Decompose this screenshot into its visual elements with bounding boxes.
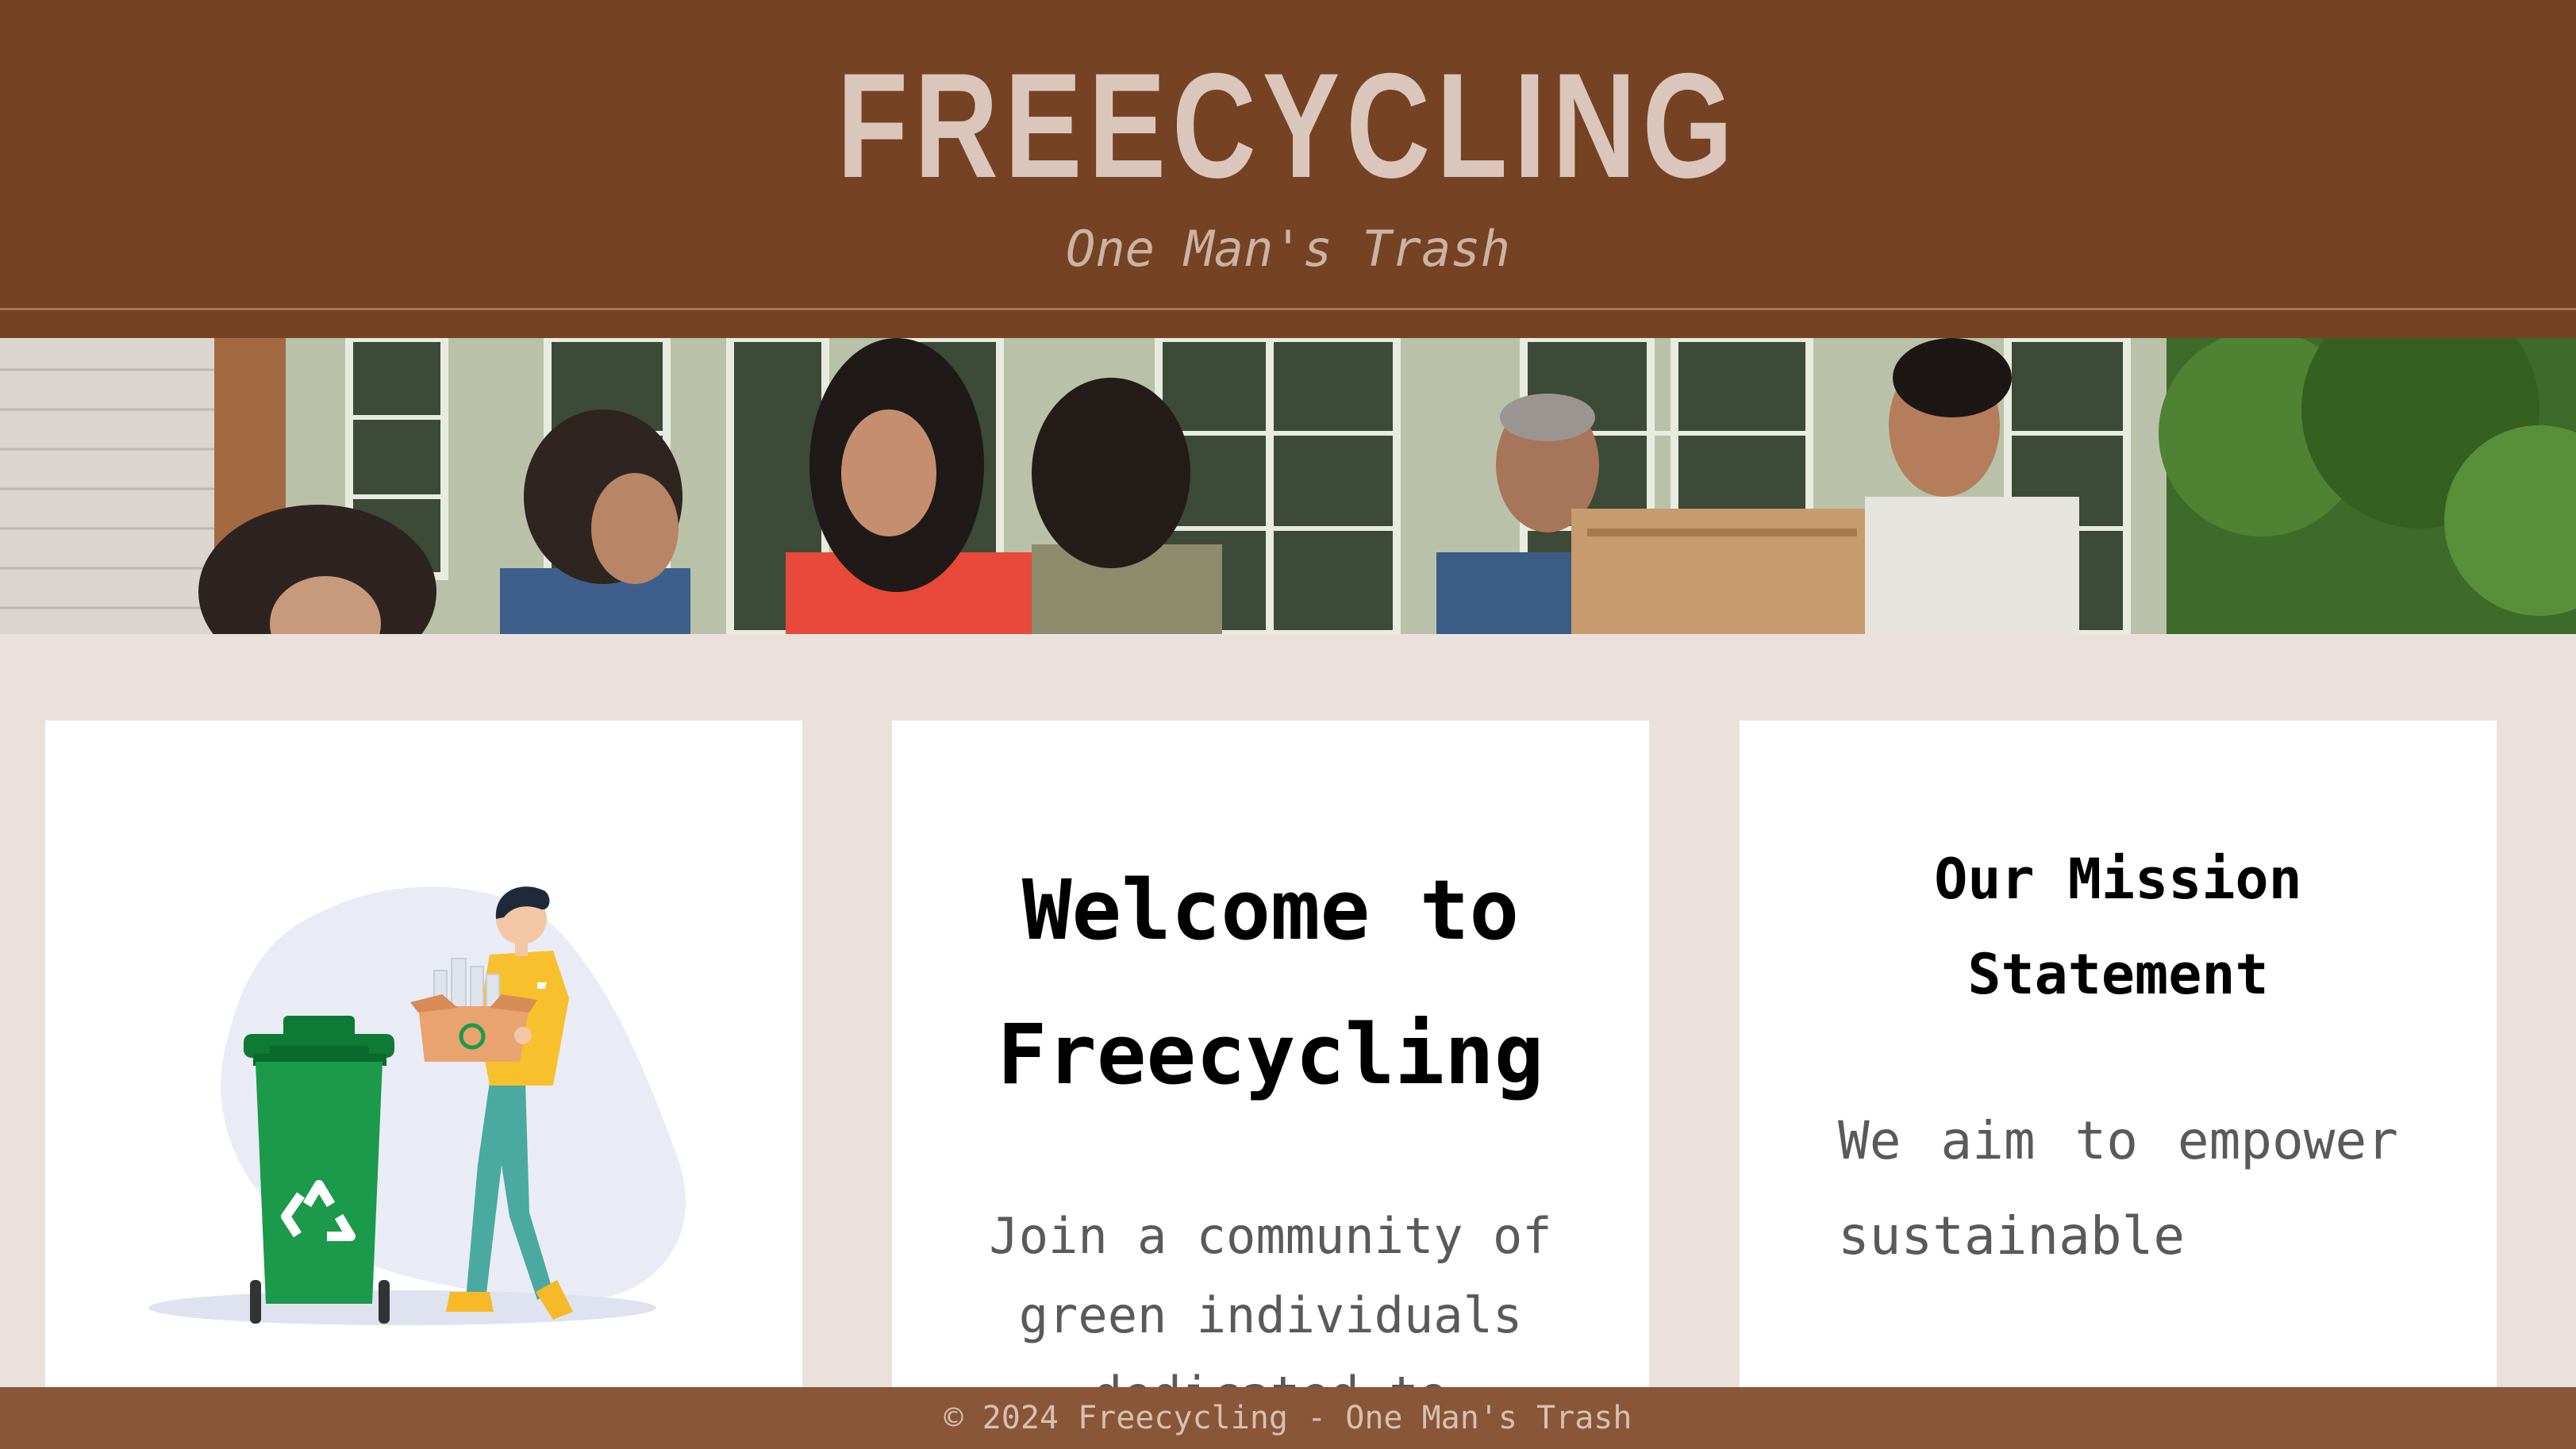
welcome-card: Welcome to Freecycling Join a community … [892,721,1649,1387]
banner-photo [0,338,2576,634]
welcome-heading: Welcome to Freecycling [997,862,1544,1103]
recycle-bin-icon [244,1016,394,1324]
footer-copyright: © 2024 Freecycling - One Man's Trash [944,1400,1632,1436]
header-divider [0,308,2576,310]
mission-heading: Our Mission Statement [1934,847,2302,1007]
mission-description: We aim to empower sustainable [1838,1110,2398,1266]
site-tagline: One Man's Trash [1066,220,1510,278]
site-title: FREECYCLING [836,42,1740,209]
mission-card: Our Mission Statement We aim to empower … [1740,721,2497,1387]
illustration-card [45,721,802,1387]
site-footer: © 2024 Freecycling - One Man's Trash [0,1387,2576,1449]
banner-image [0,338,2576,634]
site-header: FREECYCLING One Man's Trash [0,0,2576,338]
welcome-description: Join a community of green individuals de… [989,1207,1552,1387]
recycling-illustration [148,886,686,1325]
